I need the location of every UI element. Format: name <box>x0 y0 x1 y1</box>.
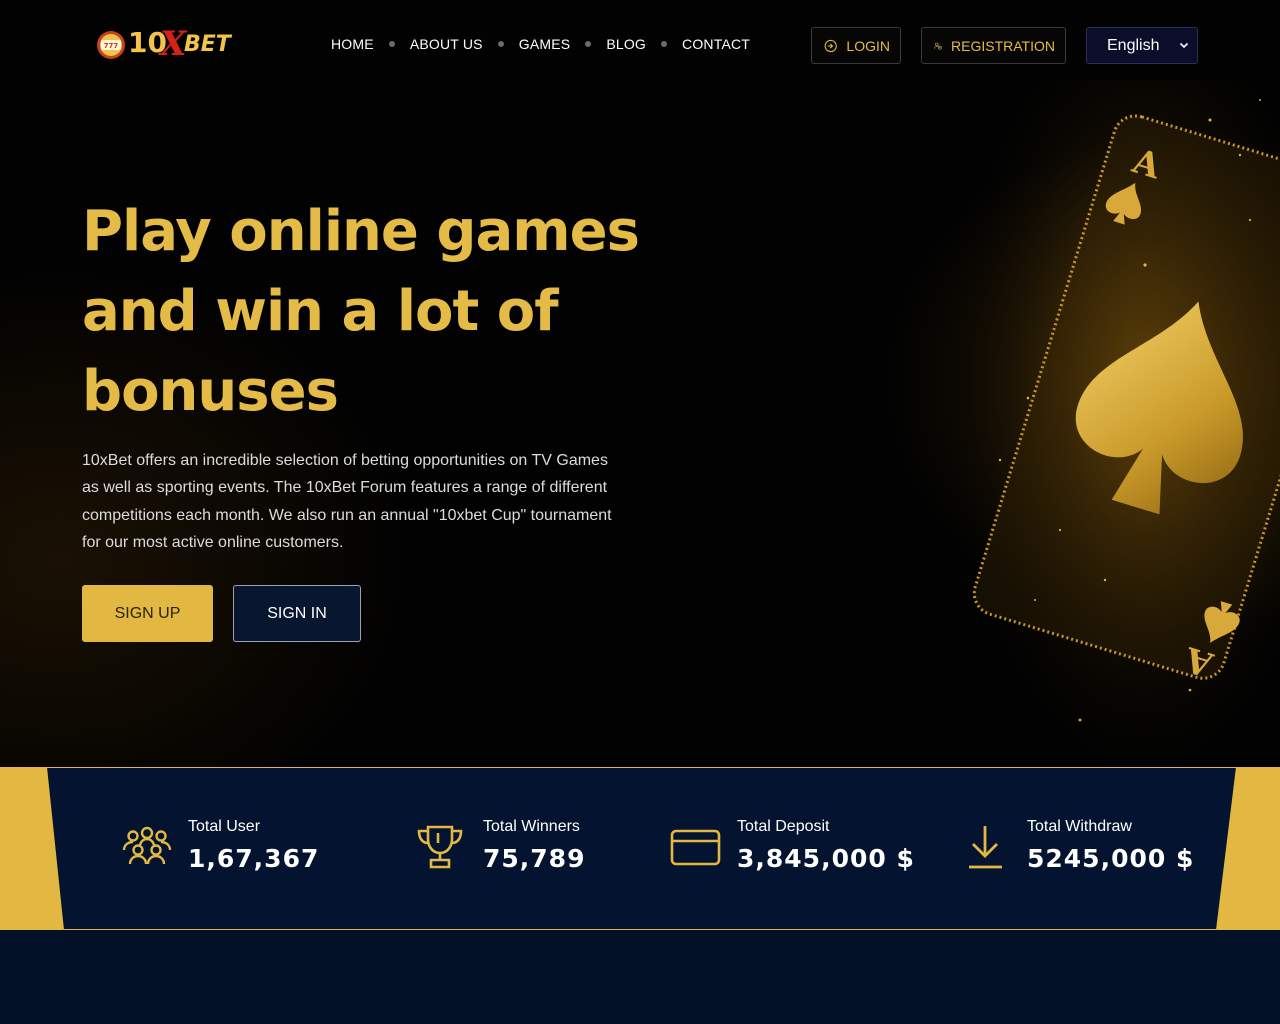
hero-title-line: and win a lot of <box>82 279 559 344</box>
users-icon <box>122 826 172 865</box>
hero-title: Play online games and win a lot of bonus… <box>82 192 642 432</box>
stat-total-winners: Total Winners 75,789 <box>416 767 656 930</box>
stat-total-user: Total User 1,67,367 <box>122 767 362 930</box>
stat-label: Total User <box>188 818 261 835</box>
sign-in-button[interactable]: SIGN IN <box>233 585 361 642</box>
stat-label: Total Winners <box>483 818 580 835</box>
sign-in-label: SIGN IN <box>267 604 327 622</box>
download-icon <box>969 826 1002 869</box>
logo-text-x: X <box>160 24 187 64</box>
hero-title-line: Play online games <box>82 199 640 264</box>
nav-about-us[interactable]: ABOUT US <box>410 36 483 52</box>
stats-bar: Total User 1,67,367 Total Winners 75,789… <box>0 767 1280 930</box>
sign-up-button[interactable]: SIGN UP <box>82 585 213 642</box>
nav-separator <box>497 41 504 47</box>
stat-value: 3,845,000 $ <box>737 844 915 873</box>
language-value: English <box>1107 36 1160 54</box>
hero-description: 10xBet offers an incredible selection of… <box>82 452 612 551</box>
logo-text-bet: BET <box>184 32 231 57</box>
logo[interactable]: 777 10 X BET <box>94 24 244 64</box>
nav-separator <box>585 41 592 47</box>
nav-blog[interactable]: BLOG <box>606 36 646 52</box>
hero-title-line: bonuses <box>82 359 339 424</box>
svg-text:777: 777 <box>104 42 119 50</box>
stat-total-deposit: Total Deposit 3,845,000 $ <box>670 767 930 930</box>
registration-button[interactable]: REGISTRATION <box>921 27 1066 64</box>
login-label: LOGIN <box>846 37 890 54</box>
main-nav: HOME ABOUT US GAMES BLOG CONTACT <box>331 36 750 52</box>
lower-section <box>0 930 1280 1024</box>
stat-label: Total Deposit <box>737 818 830 835</box>
credit-card-icon <box>670 829 721 866</box>
trophy-icon <box>417 825 463 869</box>
stat-value: 1,67,367 <box>188 844 320 873</box>
stat-value: 75,789 <box>483 844 586 873</box>
language-select[interactable]: English <box>1086 27 1198 64</box>
stat-value: 5245,000 $ <box>1027 844 1195 873</box>
nav-contact[interactable]: CONTACT <box>682 36 750 52</box>
nav-separator <box>388 41 395 47</box>
nav-home[interactable]: HOME <box>331 36 374 52</box>
stat-label: Total Withdraw <box>1027 818 1132 835</box>
login-button[interactable]: LOGIN <box>811 27 901 64</box>
ace-of-spades-image: A A <box>940 80 1280 768</box>
nav-separator <box>661 41 668 47</box>
sign-up-label: SIGN UP <box>114 604 181 622</box>
hero-section: 777 10 X BET HOME ABOUT US GAMES BLOG CO… <box>0 0 1280 768</box>
add-user-icon <box>934 42 942 49</box>
stat-total-withdraw: Total Withdraw 5245,000 $ <box>966 767 1216 930</box>
registration-label: REGISTRATION <box>951 37 1055 54</box>
login-icon <box>824 39 837 52</box>
chevron-down-icon <box>1179 42 1189 49</box>
nav-games[interactable]: GAMES <box>519 36 571 52</box>
